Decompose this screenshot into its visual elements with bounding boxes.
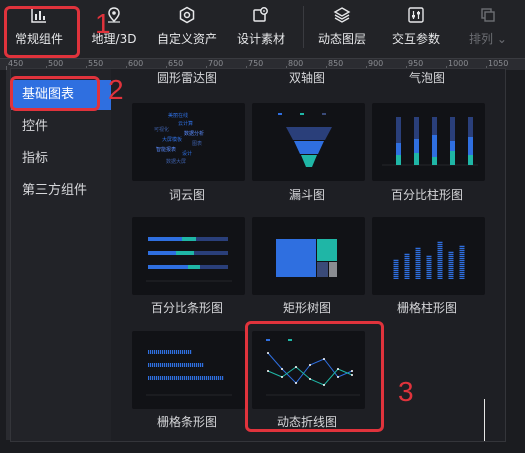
treemap-cell xyxy=(317,262,328,277)
chart-thumb-percent-column[interactable] xyxy=(372,103,485,181)
word-cloud-text: 图表 xyxy=(192,140,202,147)
word-cloud-text: 设计 xyxy=(182,150,192,157)
ruler-tick-label: 750 xyxy=(248,59,264,68)
ruler-tick-label: 450 xyxy=(8,59,24,68)
word-cloud-text: 智能报表 xyxy=(156,146,176,153)
annotation-number-1: 1 xyxy=(95,8,111,39)
ruler-tick-label: 550 xyxy=(88,59,104,68)
chart-title-treemap[interactable]: 矩形树图 xyxy=(247,299,367,316)
menu-item-third-party[interactable]: 第三方组件 xyxy=(11,176,111,206)
sliders-icon xyxy=(408,7,424,23)
toolbar-label: 交互参数 xyxy=(391,32,440,46)
annotation-box-2 xyxy=(10,76,100,111)
ruler-tick-label: 500 xyxy=(48,59,64,68)
toolbar-design-materials[interactable]: 设计素材 xyxy=(232,6,290,54)
legend-swatch xyxy=(300,113,304,115)
annotation-box-1 xyxy=(4,6,80,58)
toolbar-interaction-params[interactable]: 交互参数 xyxy=(386,6,446,54)
toolbar-custom-assets[interactable]: 自定义资产 xyxy=(154,6,220,54)
chart-thumb-grid-bar[interactable] xyxy=(132,331,245,409)
chart-title-percent-bar[interactable]: 百分比条形图 xyxy=(127,299,247,316)
panel-right-gutter xyxy=(506,70,525,453)
treemap-cell xyxy=(329,262,337,277)
ruler-tick-label: 900 xyxy=(368,59,384,68)
annotation-number-3: 3 xyxy=(398,376,414,407)
annotation-number-2: 2 xyxy=(108,74,124,105)
ruler-tick-label: 1050 xyxy=(488,59,509,68)
hexagon-icon xyxy=(179,6,195,24)
ruler-tick-label: 700 xyxy=(208,59,224,68)
chart-thumb-percent-bar[interactable] xyxy=(132,217,245,295)
menu-item-indicators[interactable]: 指标 xyxy=(11,144,111,174)
treemap-cell xyxy=(317,239,337,261)
chart-thumb-word-cloud[interactable]: 美丽在线 云计算 可视化 数据分析 大屏模板 图表 智能报表 设计 数据大屏 xyxy=(132,103,245,181)
funnel-layer xyxy=(301,155,317,167)
toolbar-label: 排列 ⌄ xyxy=(469,32,507,46)
chart-title-word-cloud[interactable]: 词云图 xyxy=(127,186,247,203)
funnel-layer xyxy=(294,141,324,154)
grid-bars xyxy=(148,350,224,380)
word-cloud-text: 可视化 xyxy=(154,126,169,133)
chart-thumb-treemap[interactable] xyxy=(252,217,365,295)
ruler-tick-label: 650 xyxy=(168,59,184,68)
ruler-tick-label: 600 xyxy=(128,59,144,68)
grid-columns xyxy=(393,241,465,279)
category-menu: 基础图表 控件 指标 第三方组件 xyxy=(11,69,111,441)
ruler-tick-label: 850 xyxy=(328,59,344,68)
legend-swatch xyxy=(278,113,282,115)
arrange-icon xyxy=(481,8,495,22)
chart-title-radar[interactable]: 圆形雷达图 xyxy=(127,69,247,86)
chart-title-dual-axis[interactable]: 双轴图 xyxy=(247,69,367,86)
annotation-box-3 xyxy=(245,321,384,432)
toolbar-label: 动态图层 xyxy=(317,32,366,46)
word-cloud-text: 美丽在线 xyxy=(168,112,188,119)
chart-title-funnel[interactable]: 漏斗图 xyxy=(247,186,367,203)
text-cursor xyxy=(484,399,485,441)
word-cloud-text: 数据分析 xyxy=(184,130,204,137)
toolbar-label: 自定义资产 xyxy=(156,32,217,46)
word-cloud-text: 大屏模板 xyxy=(162,136,182,143)
word-cloud-text: 数据大屏 xyxy=(166,158,186,165)
chart-thumb-funnel[interactable] xyxy=(252,103,365,181)
percent-columns xyxy=(396,117,473,165)
toolbar-arrange[interactable]: 排列 ⌄ xyxy=(466,6,510,54)
toolbar-label: 设计素材 xyxy=(236,32,285,46)
chart-title-bubble[interactable]: 气泡图 xyxy=(367,69,487,86)
treemap-cell xyxy=(276,239,316,277)
chart-title-percent-column[interactable]: 百分比柱形图 xyxy=(367,186,487,203)
word-cloud-text: 云计算 xyxy=(178,120,193,127)
ruler-tick-label: 1000 xyxy=(448,59,469,68)
funnel-layer xyxy=(286,127,332,140)
chart-title-grid-bar[interactable]: 栅格条形图 xyxy=(127,413,247,430)
menu-item-controls[interactable]: 控件 xyxy=(11,112,111,142)
percent-bars xyxy=(148,237,228,269)
image-icon xyxy=(253,7,268,22)
chart-title-grid-column[interactable]: 栅格柱形图 xyxy=(367,299,487,316)
layers-icon xyxy=(333,7,351,23)
ruler-tick-label: 950 xyxy=(408,59,424,68)
chart-thumb-grid-column[interactable] xyxy=(372,217,485,295)
toolbar-divider xyxy=(303,6,304,48)
legend-swatch xyxy=(322,113,326,115)
toolbar-dynamic-layers[interactable]: 动态图层 xyxy=(312,6,372,54)
ruler-tick-label: 800 xyxy=(288,59,304,68)
